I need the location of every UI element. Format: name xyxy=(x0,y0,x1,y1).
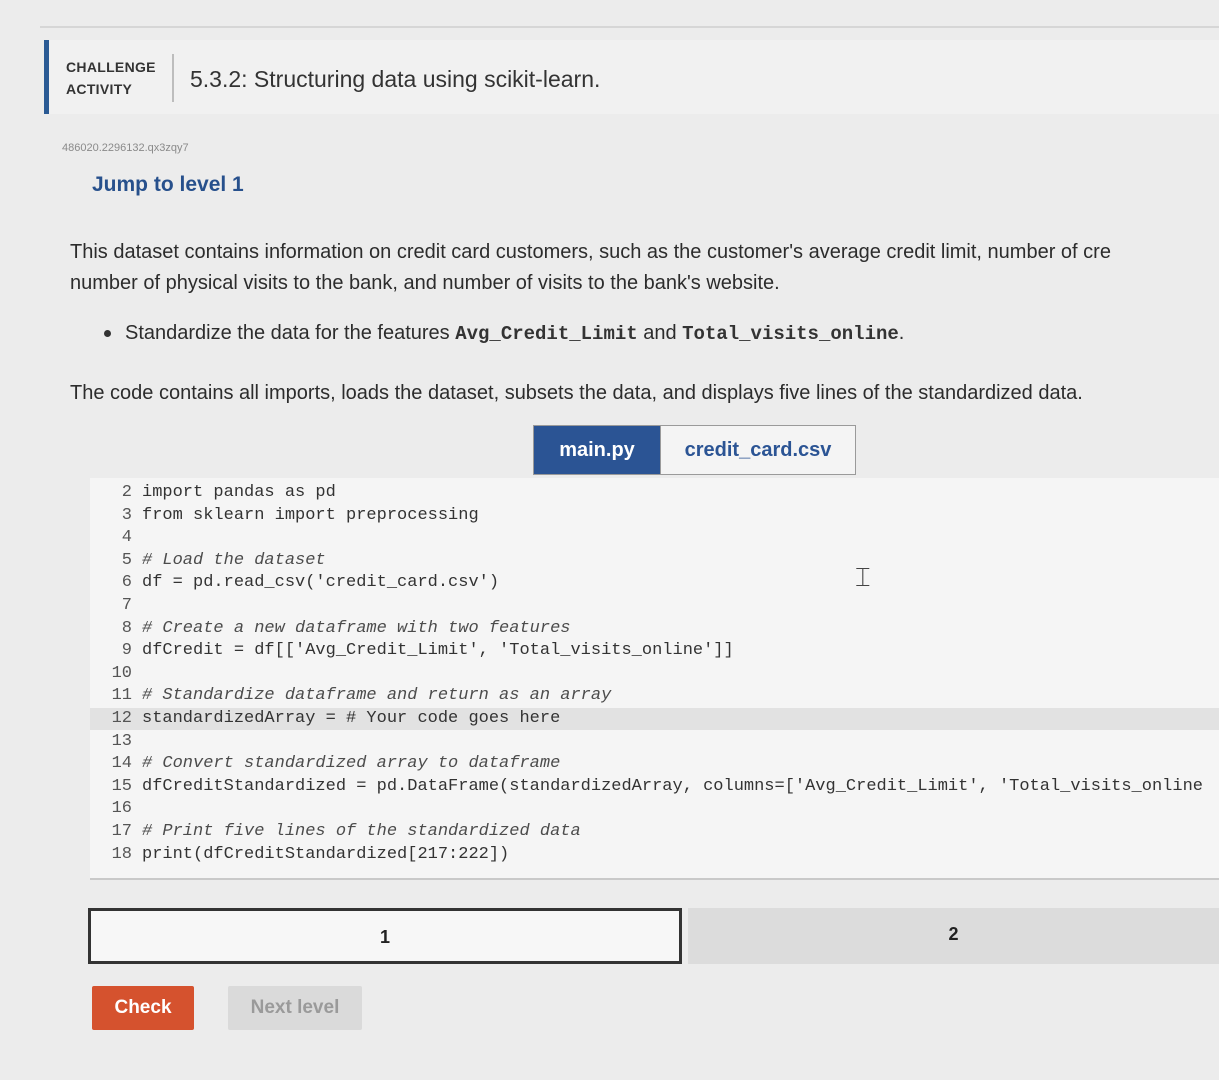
line-number: 10 xyxy=(111,663,132,683)
line-number: 12 xyxy=(111,709,132,728)
code-line[interactable]: 11 # Standardize dataframe and return as … xyxy=(90,685,1219,707)
header-divider xyxy=(172,54,174,102)
code-line[interactable]: 10 xyxy=(90,663,1219,685)
activity-title: 5.3.2: Structuring data using scikit-lea… xyxy=(190,66,601,92)
code-line[interactable]: 8 # Create a new dataframe with two featu… xyxy=(90,618,1219,640)
tag-line-1: CHALLENGE xyxy=(66,59,156,75)
activity-header: CHALLENGE ACTIVITY 5.3.2: Structuring da… xyxy=(44,40,1219,114)
code-line[interactable]: 17 # Print five lines of the standardized… xyxy=(90,821,1219,843)
line-number: 7 xyxy=(121,596,132,615)
line-text: import pandas as pd xyxy=(142,483,336,502)
editor-bottom-border xyxy=(90,878,1219,880)
line-number: 13 xyxy=(111,731,132,751)
code-line[interactable]: 7 xyxy=(90,595,1219,617)
line-number: 15 xyxy=(111,776,132,796)
line-text: from sklearn import preprocessing xyxy=(142,505,479,525)
line-number: 8 xyxy=(121,618,132,638)
bullet-and: and xyxy=(637,322,683,344)
code-editor[interactable]: 2 import pandas as pd 3 from sklearn import… xyxy=(90,478,1219,878)
tag-line-2: ACTIVITY xyxy=(66,81,133,97)
line-number: 16 xyxy=(111,799,132,819)
line-text: standardizedArray = # Your code goes her… xyxy=(142,709,561,728)
line-text: # Print five lines of the standardized d… xyxy=(142,822,581,841)
code-line[interactable]: 12 standardizedArray = # Your code goes h… xyxy=(90,708,1219,730)
bullet-prefix: Standardize the data for the features xyxy=(125,322,456,344)
activity-id: 486020.2296132.qx3zqy7 xyxy=(62,142,189,154)
line-text: df = pd.read_csv('credit_card.csv') xyxy=(142,573,500,593)
line-text: print(dfCreditStandardized[217:222]) xyxy=(142,844,510,864)
line-number: 14 xyxy=(111,754,132,774)
code-line[interactable]: 18 print(dfCreditStandardized[217:222]) xyxy=(90,844,1219,866)
code-line[interactable]: 15 dfCreditStandardized = pd.DataFrame(st… xyxy=(90,776,1219,798)
line-number: 18 xyxy=(111,844,132,864)
code-line[interactable]: 9 dfCredit = df[['Avg_Credit_Limit', 'Tot… xyxy=(90,640,1219,662)
line-text: # Convert standardized array to datafram… xyxy=(142,754,561,774)
line-number: 6 xyxy=(121,573,132,593)
line-number: 2 xyxy=(121,483,132,502)
code-line[interactable]: 2 import pandas as pd xyxy=(90,482,1219,504)
code-line[interactable]: 4 xyxy=(90,527,1219,549)
jump-to-level-link[interactable]: Jump to level 1 xyxy=(92,173,244,197)
code-line[interactable]: 14 # Convert standardized array to datafr… xyxy=(90,753,1219,775)
line-number: 17 xyxy=(111,822,132,841)
instructions-paragraph-1: This dataset contains information on cre… xyxy=(70,237,1219,299)
line-text: dfCredit = df[['Avg_Credit_Limit', 'Tota… xyxy=(142,641,734,661)
line-text: # Load the dataset xyxy=(142,550,326,570)
code-line[interactable]: 13 xyxy=(90,731,1219,753)
level-1-segment[interactable]: 1 xyxy=(88,908,682,964)
next-level-button[interactable]: Next level xyxy=(228,986,362,1030)
code-line[interactable]: 6 df = pd.read_csv('credit_card.csv') xyxy=(90,572,1219,594)
bullet-suffix: . xyxy=(898,322,905,344)
line-number: 9 xyxy=(121,641,132,661)
text-cursor-icon: ⌶ xyxy=(855,563,871,593)
activity-type-tag: CHALLENGE ACTIVITY xyxy=(66,56,156,100)
top-divider xyxy=(40,26,1219,28)
line-text: # Standardize dataframe and return as an… xyxy=(142,686,612,706)
tab-credit-card-csv[interactable]: credit_card.csv xyxy=(660,426,855,474)
check-button[interactable]: Check xyxy=(92,986,194,1030)
bullet-dot-icon xyxy=(104,330,111,338)
instructions-line-2: number of physical visits to the bank, a… xyxy=(70,272,780,294)
task-bullet: Standardize the data for the features Av… xyxy=(104,322,904,345)
code-line[interactable]: 5 # Load the dataset xyxy=(90,550,1219,572)
level-2-segment[interactable]: 2 xyxy=(688,908,1219,964)
line-text: dfCreditStandardized = pd.DataFrame(stan… xyxy=(142,776,1203,796)
line-text: # Create a new dataframe with two featur… xyxy=(142,618,571,638)
code-line[interactable]: 3 from sklearn import preprocessing xyxy=(90,505,1219,527)
tab-main-py[interactable]: main.py xyxy=(534,426,660,474)
feature-code-1: Avg_Credit_Limit xyxy=(455,323,638,345)
instructions-paragraph-2: The code contains all imports, loads the… xyxy=(70,382,1083,404)
line-number: 3 xyxy=(121,505,132,525)
file-tabs: main.py credit_card.csv xyxy=(533,425,856,475)
line-number: 4 xyxy=(121,528,132,548)
line-number: 11 xyxy=(111,686,132,706)
instructions-line-1: This dataset contains information on cre… xyxy=(70,241,1111,263)
header-accent-bar xyxy=(44,40,49,114)
code-line[interactable]: 16 xyxy=(90,798,1219,820)
line-number: 5 xyxy=(121,550,132,570)
feature-code-2: Total_visits_online xyxy=(682,323,899,345)
level-progress: 1 2 xyxy=(88,908,1219,964)
